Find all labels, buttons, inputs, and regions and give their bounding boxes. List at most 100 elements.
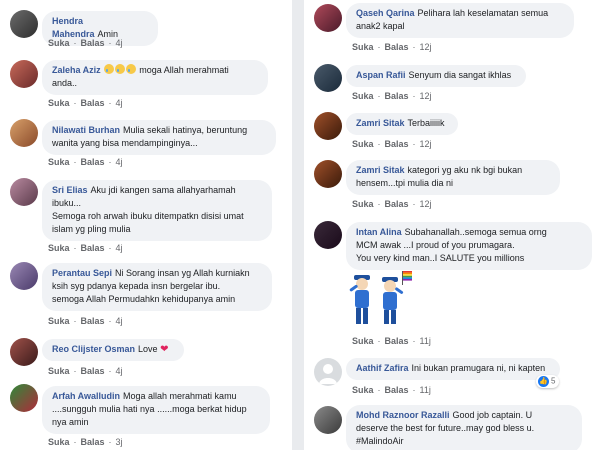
- commenter-name[interactable]: Zamri Sitak: [356, 165, 405, 175]
- timestamp[interactable]: 4j: [116, 243, 123, 253]
- reply-link[interactable]: Balas: [385, 199, 409, 209]
- timestamp[interactable]: 12j: [420, 91, 432, 101]
- timestamp[interactable]: 12j: [420, 139, 432, 149]
- comment-bubble: Sri Elias Aku jdi kangen sama allahyarham…: [42, 180, 272, 241]
- avatar[interactable]: [314, 112, 342, 140]
- reply-link[interactable]: Balas: [81, 157, 105, 167]
- timestamp[interactable]: 12j: [420, 199, 432, 209]
- commenter-name[interactable]: Zaleha Aziz: [52, 65, 101, 75]
- commenter-name[interactable]: Aspan Rafii: [356, 70, 406, 80]
- comment-text: Mulia sekali hatinya, beruntung: [123, 125, 248, 135]
- comment-actions: Suka · Balas · 12j: [352, 199, 432, 209]
- comment-text: Aku jdi kangen sama allahyarhamah: [90, 185, 236, 195]
- comment-text: Subahanallah..semoga semua orng: [404, 227, 547, 237]
- commenter-name[interactable]: Zamri Sitak: [356, 118, 405, 128]
- timestamp[interactable]: 12j: [420, 42, 432, 52]
- comment-item: Aathif Zafira Ini bukan pramugara ni, ni …: [304, 354, 600, 402]
- like-link[interactable]: Suka: [48, 366, 70, 376]
- like-link[interactable]: Suka: [48, 98, 70, 108]
- reply-link[interactable]: Balas: [385, 139, 409, 149]
- avatar[interactable]: [314, 4, 342, 32]
- reply-link[interactable]: Balas: [81, 98, 105, 108]
- reply-link[interactable]: Balas: [385, 42, 409, 52]
- like-link[interactable]: Suka: [48, 157, 70, 167]
- comment-bubble: Intan Alina Subahanallah..semoga semua or…: [346, 222, 592, 270]
- reply-link[interactable]: Balas: [385, 336, 409, 346]
- avatar[interactable]: [10, 119, 38, 147]
- like-link[interactable]: Suka: [352, 385, 374, 395]
- like-link[interactable]: Suka: [48, 316, 70, 326]
- reply-link[interactable]: Balas: [81, 316, 105, 326]
- comment-text: nya amin: [52, 417, 89, 427]
- comment-item: Nilawati Burhan Mulia sekali hatinya, ber…: [0, 117, 292, 171]
- commenter-name[interactable]: Qaseh Qarina: [356, 8, 415, 18]
- timestamp[interactable]: 4j: [116, 316, 123, 326]
- comment-text: Senyum dia sangat ikhlas: [408, 70, 512, 80]
- comment-bubble: Aathif Zafira Ini bukan pramugara ni, ni …: [346, 358, 560, 380]
- comment-text: Semoga roh arwah ibuku ditempatkn disisi…: [52, 211, 244, 221]
- like-link[interactable]: Suka: [48, 38, 70, 48]
- comment-item: Zamri Sitak Terbaiiiiik Suka · Balas · 12j: [304, 110, 600, 154]
- reaction-count[interactable]: 👍 5: [536, 375, 560, 388]
- timestamp[interactable]: 4j: [116, 98, 123, 108]
- commenter-name[interactable]: Hendra Mahendra: [52, 16, 95, 39]
- commenter-name[interactable]: Mohd Raznoor Razalli: [356, 410, 450, 420]
- avatar[interactable]: [10, 178, 38, 206]
- avatar[interactable]: [10, 10, 38, 38]
- timestamp[interactable]: 3j: [116, 437, 123, 447]
- like-link[interactable]: Suka: [352, 42, 374, 52]
- commenter-name[interactable]: Nilawati Burhan: [52, 125, 120, 135]
- crying-face-emoji: [103, 64, 114, 74]
- reply-link[interactable]: Balas: [385, 385, 409, 395]
- reply-link[interactable]: Balas: [385, 91, 409, 101]
- avatar[interactable]: [10, 384, 38, 412]
- like-link[interactable]: Suka: [352, 139, 374, 149]
- comment-text: hensem...tpi mulia dia ni: [356, 178, 454, 188]
- like-link[interactable]: Suka: [352, 91, 374, 101]
- default-avatar[interactable]: [314, 358, 342, 386]
- avatar[interactable]: [10, 262, 38, 290]
- comment-item: Zaleha Aziz moga Allah merahmati anda.. …: [0, 58, 292, 112]
- avatar[interactable]: [314, 406, 342, 434]
- saluting-pilots-sticker[interactable]: [346, 269, 414, 331]
- comment-bubble: Mohd Raznoor Razalli Good job captain. U …: [346, 405, 582, 450]
- timestamp[interactable]: 11j: [420, 385, 431, 395]
- reply-link[interactable]: Balas: [81, 366, 105, 376]
- timestamp[interactable]: 4j: [116, 38, 123, 48]
- comment-text: kategori yg aku nk bgi bukan: [407, 165, 523, 175]
- timestamp[interactable]: 4j: [116, 157, 123, 167]
- comment-item: Zamri Sitak kategori yg aku nk bgi bukan …: [304, 156, 600, 214]
- avatar[interactable]: [314, 160, 342, 188]
- rainbow-flag: [402, 271, 412, 285]
- commenter-name[interactable]: Perantau Sepi: [52, 268, 112, 278]
- comment-item: Qaseh Qarina Pelihara lah keselamatan sem…: [304, 0, 600, 58]
- comment-text: MCM awak ...I proud of you prumagara.: [356, 240, 515, 250]
- like-link[interactable]: Suka: [48, 437, 70, 447]
- avatar[interactable]: [314, 221, 342, 249]
- reaction-count-value: 5: [551, 376, 556, 386]
- comment-text: islam yg pling mulia: [52, 224, 131, 234]
- panel-divider: [292, 0, 304, 450]
- reply-link[interactable]: Balas: [81, 243, 105, 253]
- avatar[interactable]: [10, 338, 38, 366]
- like-link[interactable]: Suka: [48, 243, 70, 253]
- reply-link[interactable]: Balas: [81, 437, 105, 447]
- like-link[interactable]: Suka: [352, 336, 374, 346]
- like-link[interactable]: Suka: [352, 199, 374, 209]
- comment-text: moga Allah merahmati: [139, 65, 229, 75]
- reply-link[interactable]: Balas: [81, 38, 105, 48]
- like-reaction-icon: 👍: [538, 376, 549, 387]
- commenter-name[interactable]: Aathif Zafira: [356, 363, 409, 373]
- avatar[interactable]: [10, 60, 38, 88]
- timestamp[interactable]: 4j: [116, 366, 123, 376]
- avatar[interactable]: [314, 64, 342, 92]
- comment-bubble: Zaleha Aziz moga Allah merahmati anda..: [42, 60, 268, 95]
- timestamp[interactable]: 11j: [420, 336, 431, 346]
- comment-actions: Suka · Balas · 12j: [352, 91, 432, 101]
- commenter-name[interactable]: Sri Elias: [52, 185, 88, 195]
- commenter-name[interactable]: Reo Clijster Osman: [52, 344, 135, 354]
- comment-bubble: Aspan Rafii Senyum dia sangat ikhlas: [346, 65, 526, 87]
- comment-text: Terbaiiiiik: [407, 118, 445, 128]
- commenter-name[interactable]: Intan Alina: [356, 227, 402, 237]
- commenter-name[interactable]: Arfah Awalludin: [52, 391, 120, 401]
